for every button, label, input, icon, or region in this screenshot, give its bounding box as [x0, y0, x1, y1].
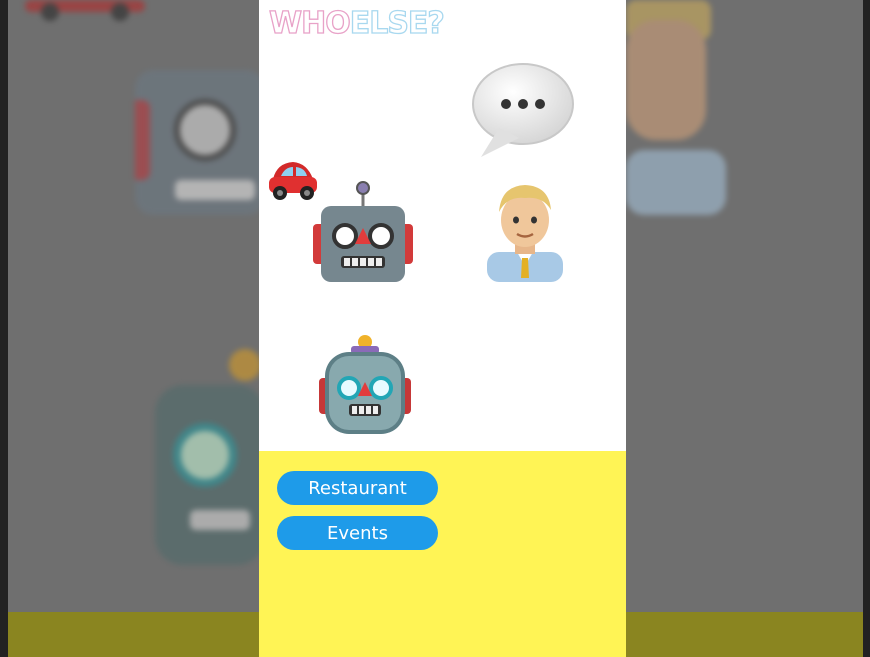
backdrop-robot-icon	[155, 349, 265, 565]
logo-else: ELSE?	[349, 5, 445, 41]
logo-who: WHO	[268, 5, 351, 41]
robot-face-icon[interactable]	[311, 180, 415, 284]
backdrop-car-icon	[25, 0, 145, 21]
phone-screen: WHOELSE? Restaurant Events	[259, 0, 626, 657]
left-letterbox	[0, 0, 8, 657]
speech-bubble-icon[interactable]	[471, 62, 575, 158]
app-logo: WHOELSE?	[268, 5, 445, 41]
right-letterbox	[863, 0, 870, 657]
events-button[interactable]: Events	[277, 516, 438, 550]
backdrop-man-icon	[626, 0, 726, 215]
backdrop-robot-icon	[135, 70, 265, 215]
robot-icon[interactable]	[317, 334, 413, 436]
restaurant-button[interactable]: Restaurant	[277, 471, 438, 505]
businessman-icon[interactable]	[485, 180, 565, 282]
